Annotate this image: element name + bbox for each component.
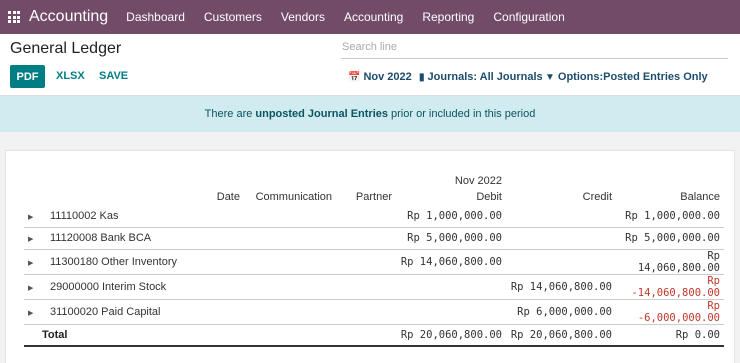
total-credit: Rp 20,060,800.00: [506, 323, 616, 347]
search-input[interactable]: Search line: [341, 39, 728, 59]
balance-cell: Rp 1,000,000.00: [616, 205, 724, 228]
total-debit: Rp 20,060,800.00: [396, 323, 506, 347]
debit-cell: Rp 14,060,800.00: [396, 249, 506, 275]
unposted-alert: There are unposted Journal Entries prior…: [0, 96, 740, 132]
credit-cell: Rp 14,060,800.00: [506, 274, 616, 300]
debit-cell: Rp 5,000,000.00: [396, 227, 506, 250]
table-row[interactable]: ▶ 31100020 Paid Capital Rp 6,000,000.00 R…: [24, 299, 724, 325]
pdf-button[interactable]: PDF: [10, 65, 45, 88]
caret-right-icon: ▶: [28, 213, 34, 221]
debit-cell: [396, 299, 506, 325]
account-name: 11120008 Bank BCA: [50, 232, 152, 244]
balance-cell: Rp 14,060,800.00: [616, 249, 724, 275]
nav-vendors[interactable]: Vendors: [281, 10, 325, 24]
filter-icon: ▼: [545, 71, 555, 83]
account-name: 11300180 Other Inventory: [50, 255, 177, 268]
table-row[interactable]: ▶ 11120008 Bank BCA Rp 5,000,000.00 Rp 5,…: [24, 227, 724, 250]
account-name: 29000000 Interim Stock: [50, 280, 167, 293]
xlsx-button[interactable]: XLSX: [56, 70, 85, 82]
credit-cell: [506, 249, 616, 275]
column-date: Date: [216, 191, 240, 203]
nav-customers[interactable]: Customers: [204, 10, 262, 24]
balance-cell: Rp -14,060,800.00: [616, 274, 724, 300]
credit-cell: [506, 205, 616, 228]
nav-configuration[interactable]: Configuration: [493, 10, 564, 24]
caret-right-icon: ▶: [28, 236, 34, 243]
account-name: 31100020 Paid Capital: [50, 305, 161, 318]
period-header: Nov 2022: [454, 175, 502, 187]
nav-dashboard[interactable]: Dashboard: [126, 10, 185, 24]
debit-cell: Rp 1,000,000.00: [396, 205, 506, 228]
journals-filter[interactable]: ▮ Journals: All Journals: [419, 71, 543, 83]
balance-cell: Rp -6,000,000.00: [616, 299, 724, 325]
total-row: Total Rp 20,060,800.00 Rp 20,060,800.00 …: [24, 323, 724, 347]
column-debit: Debit: [476, 191, 502, 203]
top-navbar: Accounting Dashboard Customers Vendors A…: [0, 0, 740, 34]
table-row[interactable]: ▶ 11110002 Kas Rp 1,000,000.00 Rp 1,000,0…: [24, 205, 724, 228]
balance-cell: Rp 5,000,000.00: [616, 227, 724, 250]
alert-bold: unposted Journal Entries: [255, 108, 389, 120]
total-balance: Rp 0.00: [616, 323, 724, 347]
control-panel: General Ledger Search line PDF XLSX SAVE…: [0, 34, 740, 96]
alert-prefix: There are: [204, 108, 253, 120]
general-ledger-table: Nov 2022 Date Communication Partner Debi…: [24, 173, 724, 347]
nav-reporting[interactable]: Reporting: [422, 10, 474, 24]
nav-accounting[interactable]: Accounting: [344, 10, 403, 24]
column-balance: Balance: [680, 191, 720, 203]
report-sheet: Nov 2022 Date Communication Partner Debi…: [5, 150, 735, 363]
apps-grid-icon[interactable]: [8, 11, 20, 23]
alert-suffix: prior or included in this period: [391, 108, 536, 120]
caret-right-icon: ▶: [28, 309, 34, 317]
book-icon: ▮: [419, 71, 425, 83]
table-row[interactable]: ▶ 29000000 Interim Stock Rp 14,060,800.00…: [24, 274, 724, 300]
page-title: General Ledger: [10, 40, 122, 57]
credit-cell: Rp 6,000,000.00: [506, 299, 616, 325]
app-brand[interactable]: Accounting: [29, 8, 108, 26]
period-filter[interactable]: 📅 Nov 2022: [348, 71, 412, 83]
options-filter[interactable]: ▼ Options:Posted Entries Only: [545, 71, 708, 83]
credit-cell: [506, 227, 616, 250]
calendar-icon: 📅: [348, 71, 361, 83]
journals-filter-label: Journals: All Journals: [427, 71, 543, 83]
period-filter-label: Nov 2022: [363, 71, 412, 83]
column-credit: Credit: [582, 191, 612, 203]
column-partner: Partner: [355, 191, 392, 203]
save-button[interactable]: SAVE: [99, 70, 128, 82]
column-communication: Communication: [255, 191, 332, 203]
account-name: 11110002 Kas: [50, 209, 119, 222]
debit-cell: [396, 274, 506, 300]
table-row[interactable]: ▶ 11300180 Other Inventory Rp 14,060,800.…: [24, 249, 724, 275]
total-label: Total: [24, 323, 396, 347]
options-filter-label: Options:Posted Entries Only: [557, 71, 708, 83]
caret-right-icon: ▶: [28, 284, 34, 292]
caret-right-icon: ▶: [28, 259, 34, 267]
